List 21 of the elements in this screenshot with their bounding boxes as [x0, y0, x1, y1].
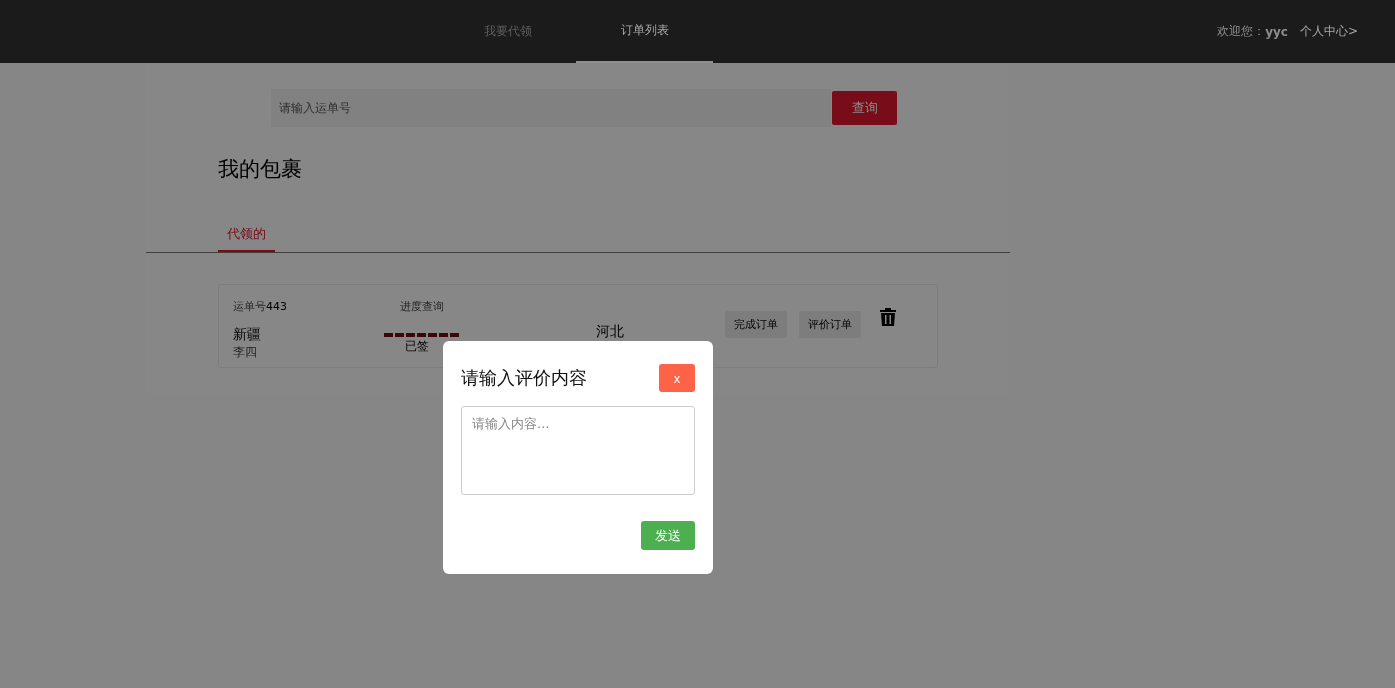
review-field[interactable]: 请输入内容... [461, 406, 695, 495]
recipient-text: 李四 [233, 344, 258, 361]
order-button[interactable]: 完成订单 [725, 310, 787, 338]
dialog-title: 请输入评价内容 [461, 366, 587, 390]
section-tab[interactable]: 代领的 [218, 225, 275, 252]
order-button[interactable]: 评价订单 [799, 310, 861, 338]
destination-text: 河北 [596, 323, 625, 341]
progress-label: 进度查询 [400, 299, 445, 314]
username: yyc [1265, 24, 1288, 39]
search-field[interactable]: 请输入运单号 [271, 89, 831, 127]
search-button[interactable]: 查询 [832, 91, 897, 125]
origin-text: 新疆 [233, 326, 262, 344]
profile-link[interactable]: 个人中心> [1299, 23, 1358, 40]
trash-icon[interactable] [880, 308, 896, 326]
page-heading: 我的包裹 [218, 156, 303, 183]
nav-tab[interactable]: 我要代领 [439, 0, 576, 63]
order-number: 运单号443 [233, 299, 288, 314]
welcome-text: 欢迎您： [1217, 23, 1266, 38]
send-button[interactable]: 发送 [641, 521, 695, 550]
close-button[interactable]: x [659, 364, 695, 392]
status-text: 已签 [405, 338, 430, 355]
